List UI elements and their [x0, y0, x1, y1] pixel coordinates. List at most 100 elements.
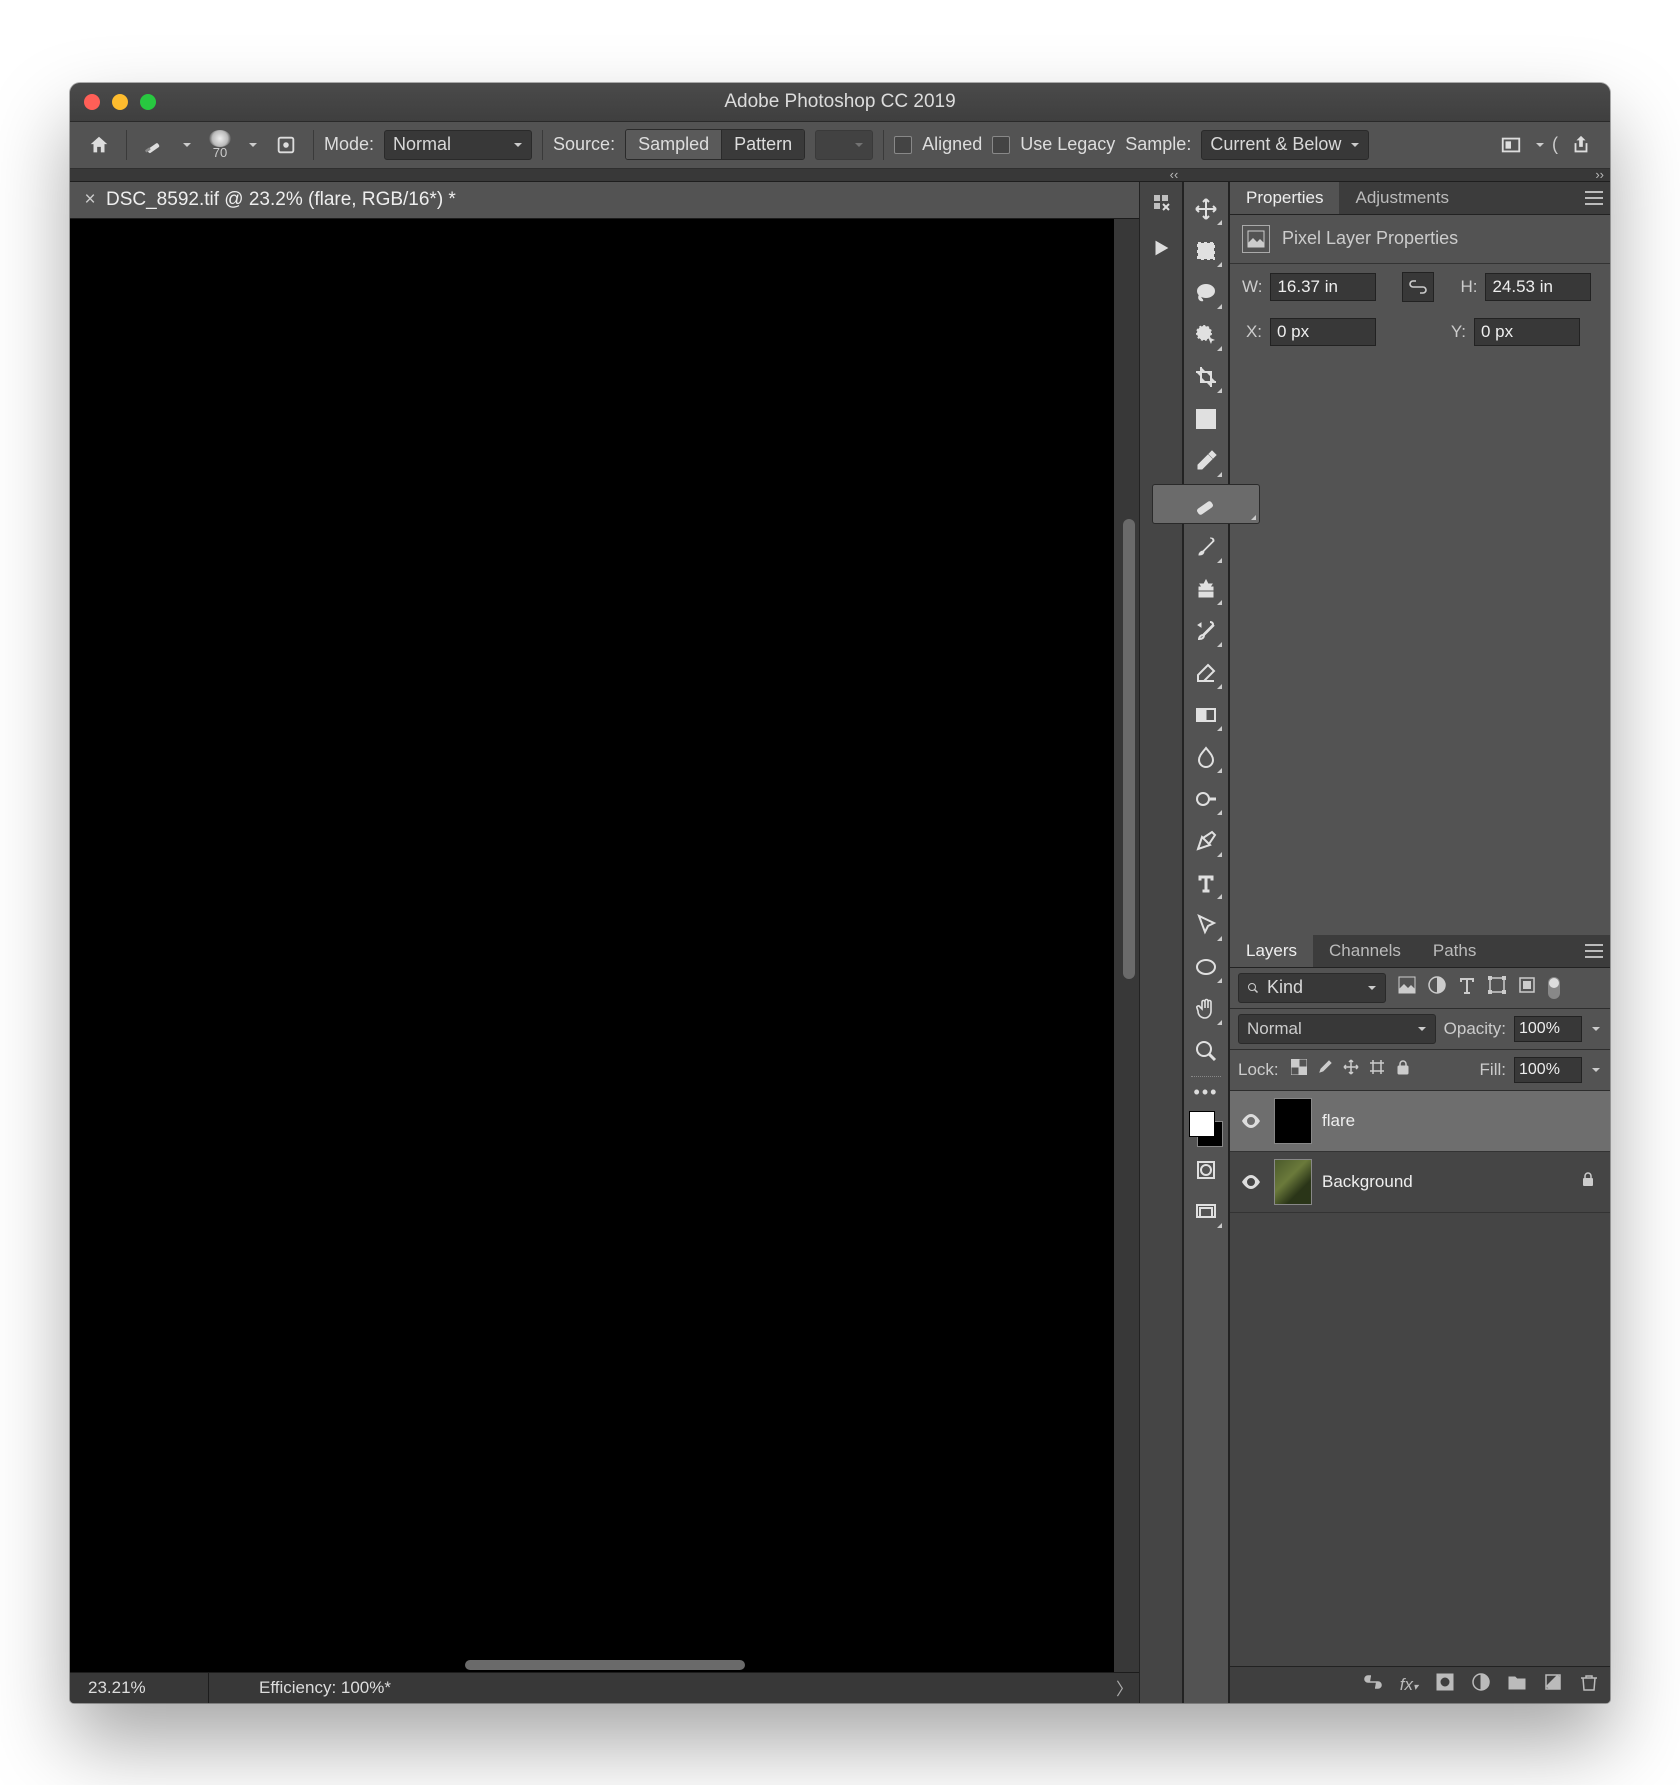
- canvas[interactable]: [70, 219, 1114, 1672]
- layer-name[interactable]: flare: [1322, 1111, 1355, 1131]
- brush-options-dropdown[interactable]: [247, 130, 259, 160]
- eraser-tool[interactable]: [1187, 654, 1225, 692]
- lock-artboard-icon[interactable]: [1369, 1059, 1385, 1080]
- layer-lock-icon[interactable]: [1580, 1171, 1596, 1192]
- collapse-dock-button[interactable]: ‹‹: [1162, 167, 1186, 182]
- use-legacy-checkbox[interactable]: [992, 136, 1010, 154]
- link-layers-button[interactable]: [1364, 1673, 1382, 1696]
- ignore-adjustment-layers-button[interactable]: [1494, 130, 1528, 160]
- visibility-toggle[interactable]: [1238, 1175, 1264, 1189]
- share-button[interactable]: [1564, 130, 1598, 160]
- layer-thumbnail[interactable]: [1274, 1159, 1312, 1205]
- healing-brush-tool-icon[interactable]: [137, 130, 171, 160]
- opacity-dropdown[interactable]: [1590, 1014, 1602, 1044]
- properties-panel-menu[interactable]: [1578, 182, 1610, 214]
- fill-dropdown[interactable]: [1590, 1055, 1602, 1085]
- gradient-tool[interactable]: [1187, 696, 1225, 734]
- horizontal-scrollbar[interactable]: [465, 1660, 745, 1670]
- edit-toolbar-button[interactable]: •••: [1187, 1083, 1225, 1103]
- history-panel-icon[interactable]: [1147, 188, 1175, 216]
- dodge-tool[interactable]: [1187, 780, 1225, 818]
- filter-shape-icon[interactable]: [1488, 976, 1506, 999]
- color-swatches[interactable]: [1187, 1109, 1225, 1149]
- layer-row[interactable]: Background: [1230, 1152, 1610, 1213]
- vertical-scrollbar[interactable]: [1123, 519, 1135, 979]
- tool-preset-dropdown[interactable]: [181, 130, 193, 160]
- blur-tool[interactable]: [1187, 738, 1225, 776]
- add-mask-button[interactable]: [1436, 1673, 1454, 1696]
- lock-all-icon[interactable]: [1395, 1059, 1411, 1080]
- extra-options-dropdown[interactable]: [1534, 130, 1546, 160]
- pattern-picker[interactable]: [815, 130, 873, 160]
- clone-stamp-tool[interactable]: [1187, 570, 1225, 608]
- brush-tool[interactable]: [1187, 528, 1225, 566]
- close-tab-button[interactable]: ×: [78, 189, 102, 211]
- shape-tool[interactable]: [1187, 948, 1225, 986]
- pen-tool[interactable]: [1187, 822, 1225, 860]
- visibility-toggle[interactable]: [1238, 1114, 1264, 1128]
- new-group-button[interactable]: [1508, 1673, 1526, 1696]
- new-layer-button[interactable]: [1544, 1673, 1562, 1696]
- blend-mode-select[interactable]: Normal: [1238, 1014, 1436, 1044]
- width-field[interactable]: 16.37 in: [1270, 273, 1376, 301]
- lock-pixels-icon[interactable]: [1317, 1059, 1333, 1080]
- filter-pixel-icon[interactable]: [1398, 976, 1416, 999]
- history-brush-tool[interactable]: [1187, 612, 1225, 650]
- link-dimensions-button[interactable]: [1402, 272, 1434, 302]
- foreground-color-swatch[interactable]: [1189, 1111, 1215, 1137]
- type-tool[interactable]: [1187, 864, 1225, 902]
- eyedropper-tool[interactable]: [1187, 442, 1225, 480]
- source-pattern-button[interactable]: Pattern: [722, 130, 804, 159]
- mode-select[interactable]: Normal: [384, 130, 532, 160]
- layers-panel-menu[interactable]: [1578, 935, 1610, 967]
- filter-type-icon[interactable]: [1458, 976, 1476, 999]
- layer-row[interactable]: flare: [1230, 1091, 1610, 1152]
- lock-transparency-icon[interactable]: [1291, 1059, 1307, 1080]
- opacity-field[interactable]: 100%: [1514, 1016, 1582, 1042]
- y-field[interactable]: 0 px: [1474, 318, 1580, 346]
- source-sampled-button[interactable]: Sampled: [626, 130, 722, 159]
- path-select-tool[interactable]: [1187, 906, 1225, 944]
- filter-adjustment-icon[interactable]: [1428, 976, 1446, 999]
- home-button[interactable]: [82, 130, 116, 160]
- frame-tool[interactable]: [1187, 400, 1225, 438]
- zoom-level-field[interactable]: 23.21%: [70, 1673, 209, 1703]
- document-tab-title[interactable]: DSC_8592.tif @ 23.2% (flare, RGB/16*) *: [102, 189, 456, 211]
- height-field[interactable]: 24.53 in: [1485, 273, 1591, 301]
- healing-brush-tool[interactable]: [1152, 484, 1260, 524]
- crop-tool[interactable]: [1187, 358, 1225, 396]
- layer-thumbnail[interactable]: [1274, 1098, 1312, 1144]
- tab-paths[interactable]: Paths: [1417, 935, 1492, 967]
- delete-layer-button[interactable]: [1580, 1673, 1598, 1696]
- marquee-tool[interactable]: [1187, 232, 1225, 270]
- lasso-tool[interactable]: [1187, 274, 1225, 312]
- filter-smart-icon[interactable]: [1518, 976, 1536, 999]
- fill-field[interactable]: 100%: [1514, 1057, 1582, 1083]
- tab-adjustments[interactable]: Adjustments: [1339, 182, 1465, 214]
- brush-settings-button[interactable]: [269, 130, 303, 160]
- status-bar-menu[interactable]: 〉: [1116, 1675, 1133, 1700]
- tab-properties[interactable]: Properties: [1230, 182, 1339, 214]
- canvas-viewport[interactable]: [70, 219, 1139, 1672]
- lock-position-icon[interactable]: [1343, 1059, 1359, 1080]
- quick-mask-button[interactable]: [1187, 1151, 1225, 1189]
- quick-select-tool[interactable]: [1187, 316, 1225, 354]
- filter-toggle[interactable]: [1548, 977, 1560, 999]
- layer-name[interactable]: Background: [1322, 1172, 1413, 1192]
- brush-preview[interactable]: 70: [203, 130, 237, 160]
- tab-layers[interactable]: Layers: [1230, 935, 1313, 967]
- collapse-right-panels-button[interactable]: ››: [1595, 167, 1604, 182]
- tab-channels[interactable]: Channels: [1313, 935, 1417, 967]
- x-field[interactable]: 0 px: [1270, 318, 1376, 346]
- sample-select[interactable]: Current & Below: [1201, 130, 1369, 160]
- efficiency-readout[interactable]: Efficiency: 100%*: [209, 1678, 391, 1698]
- move-tool[interactable]: [1187, 190, 1225, 228]
- new-adjustment-button[interactable]: [1472, 1673, 1490, 1696]
- screen-mode-button[interactable]: [1187, 1193, 1225, 1231]
- layer-style-button[interactable]: fx▾: [1400, 1674, 1418, 1695]
- hand-tool[interactable]: [1187, 990, 1225, 1028]
- actions-panel-icon[interactable]: [1147, 234, 1175, 262]
- aligned-checkbox[interactable]: [894, 136, 912, 154]
- zoom-tool[interactable]: [1187, 1032, 1225, 1070]
- layer-filter-kind-select[interactable]: Kind: [1238, 973, 1386, 1003]
